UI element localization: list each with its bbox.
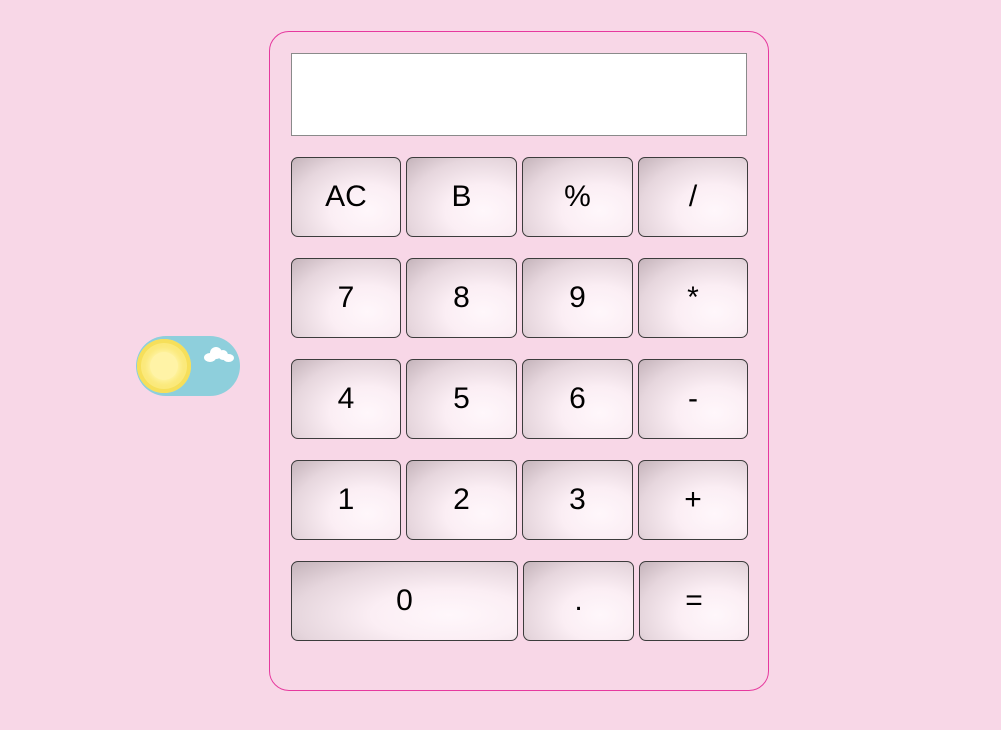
decimal-point-button[interactable]: .: [523, 561, 634, 641]
cloud-icon: [204, 347, 234, 363]
digit-2-button[interactable]: 2: [406, 460, 517, 540]
plus-button[interactable]: +: [638, 460, 748, 540]
digit-6-button[interactable]: 6: [522, 359, 633, 439]
digit-1-button[interactable]: 1: [291, 460, 401, 540]
theme-toggle[interactable]: [136, 336, 240, 396]
digit-0-button[interactable]: 0: [291, 561, 518, 641]
digit-3-button[interactable]: 3: [522, 460, 633, 540]
digit-7-button[interactable]: 7: [291, 258, 401, 338]
digit-4-button[interactable]: 4: [291, 359, 401, 439]
multiply-button[interactable]: *: [638, 258, 748, 338]
digit-5-button[interactable]: 5: [406, 359, 517, 439]
calculator: AC B % / 7 8 9 * 4 5 6 - 1 2 3 + 0 . =: [269, 31, 769, 691]
equals-button[interactable]: =: [639, 561, 749, 641]
percent-button[interactable]: %: [522, 157, 633, 237]
minus-button[interactable]: -: [638, 359, 748, 439]
calculator-display[interactable]: [291, 53, 747, 136]
digit-8-button[interactable]: 8: [406, 258, 517, 338]
all-clear-button[interactable]: AC: [291, 157, 401, 237]
digit-9-button[interactable]: 9: [522, 258, 633, 338]
sun-icon: [137, 339, 191, 393]
backspace-button[interactable]: B: [406, 157, 517, 237]
divide-button[interactable]: /: [638, 157, 748, 237]
